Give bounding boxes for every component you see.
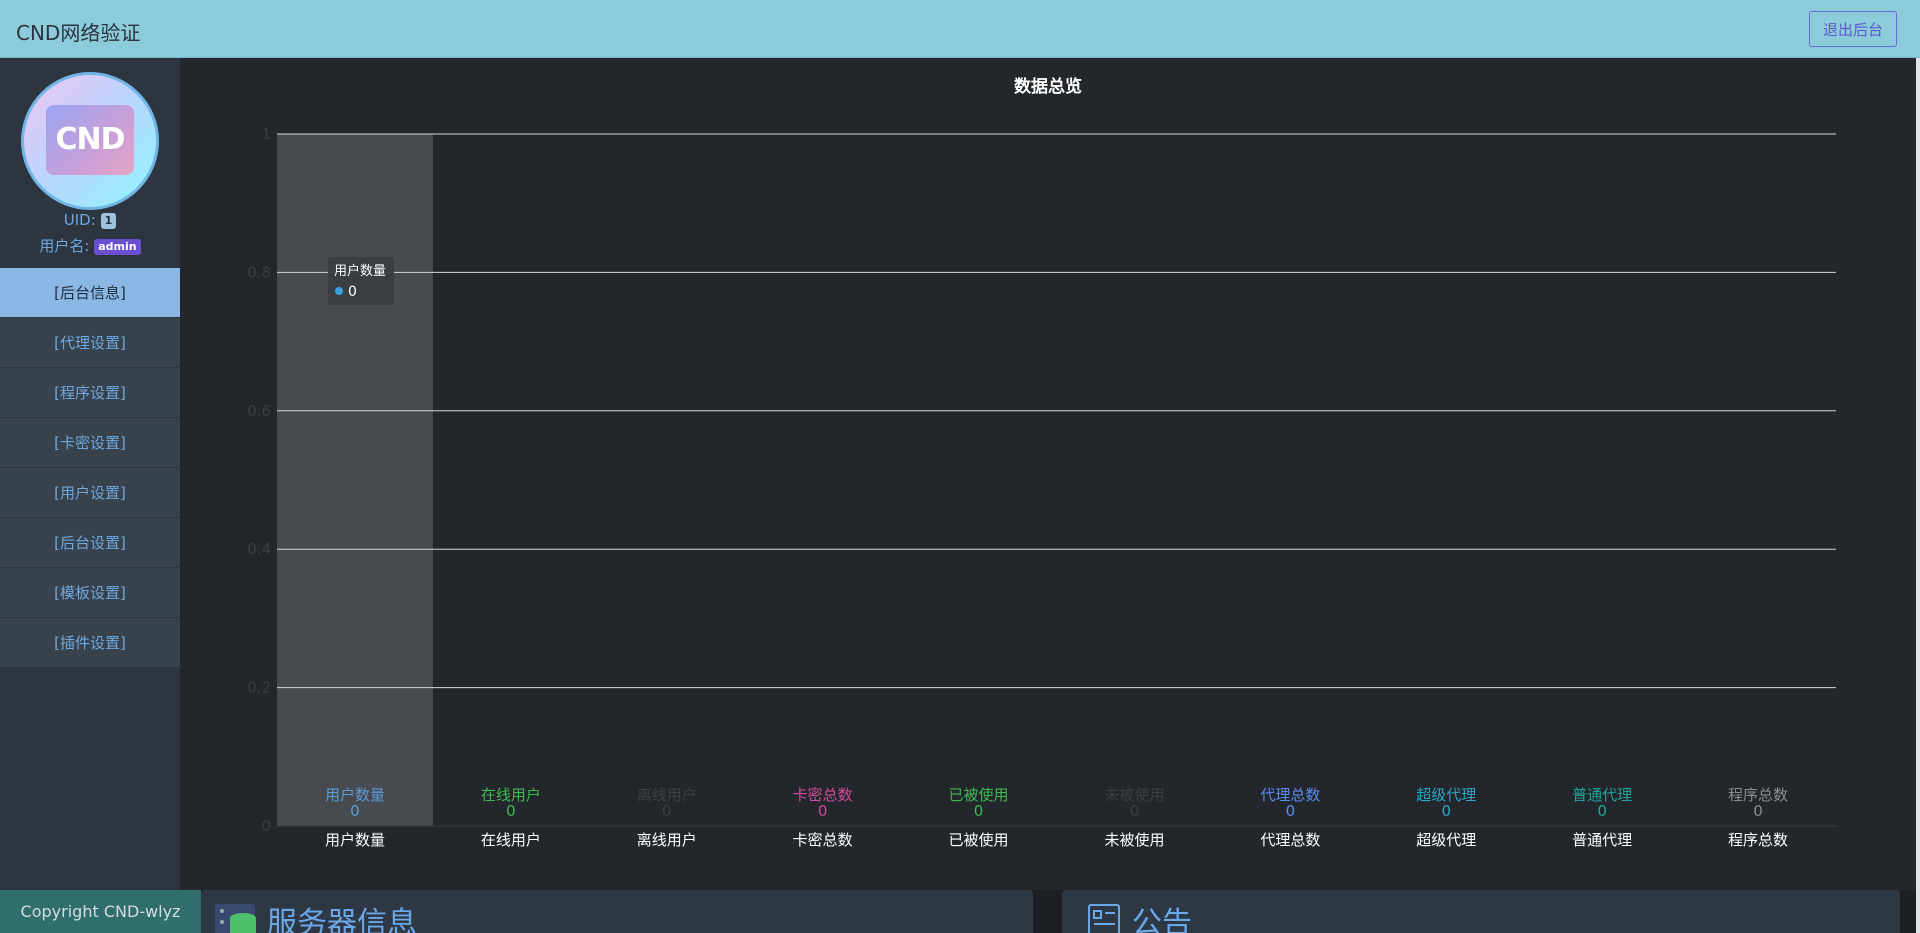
sidebar-item-card-settings[interactable]: [卡密设置] xyxy=(0,418,180,468)
chart-tooltip-value: 0 xyxy=(348,284,357,300)
x-tick-label: 离线用户 xyxy=(637,831,697,849)
username-badge: admin xyxy=(94,238,141,255)
sidebar-menu: [后台信息] [代理设置] [程序设置] [卡密设置] [用户设置] [后台设置… xyxy=(0,268,180,668)
sidebar-item-program-settings[interactable]: [程序设置] xyxy=(0,368,180,418)
avatar-logo: CND xyxy=(46,105,134,175)
sidebar-item-backend-settings[interactable]: [后台设置] xyxy=(0,518,180,568)
hover-highlight-band xyxy=(277,134,433,826)
chart-tooltip-dot-icon xyxy=(335,287,343,295)
x-tick-label: 在线用户 xyxy=(481,831,541,849)
chart-tooltip-title: 用户数量 xyxy=(334,263,386,279)
sidebar-item-user-settings[interactable]: [用户设置] xyxy=(0,468,180,518)
bar-value-label: 0 xyxy=(506,802,516,820)
y-tick-label: 0 xyxy=(261,817,271,835)
uid-row: UID: 1 xyxy=(0,211,180,229)
sidebar-item-plugin-settings[interactable]: [插件设置] xyxy=(0,618,180,668)
x-tick-label: 卡密总数 xyxy=(793,831,853,849)
bar-value-label: 0 xyxy=(1441,802,1451,820)
y-tick-label: 0.6 xyxy=(247,402,271,420)
chart-title: 数据总览 xyxy=(1014,76,1082,97)
y-tick-label: 0.2 xyxy=(247,679,271,697)
notice-title: 公告 xyxy=(1132,906,1192,933)
bar-value-label: 0 xyxy=(1130,802,1140,820)
bar-value-label: 0 xyxy=(350,802,360,820)
notice-panel: 公告 xyxy=(1062,890,1900,933)
top-bar: CND网络验证 退出后台 xyxy=(0,0,1920,58)
username-label: 用户名: xyxy=(39,237,90,255)
copyright-footer: Copyright CND-wlyz xyxy=(0,890,201,933)
sidebar-item-backend-info[interactable]: [后台信息] xyxy=(0,268,180,318)
x-tick-label: 程序总数 xyxy=(1728,831,1788,849)
y-tick-label: 0.4 xyxy=(247,540,271,558)
logout-button[interactable]: 退出后台 xyxy=(1809,11,1897,47)
overview-chart: 数据总览00.20.40.60.81用户数量0用户数量在线用户0在线用户离线用户… xyxy=(247,76,1836,849)
x-tick-label: 已被使用 xyxy=(949,831,1009,849)
y-tick-label: 0.8 xyxy=(247,263,271,281)
uid-label: UID: xyxy=(63,211,96,229)
y-tick-label: 1 xyxy=(261,125,271,143)
x-tick-label: 用户数量 xyxy=(325,831,385,849)
bar-value-label: 0 xyxy=(1753,802,1763,820)
app-title: CND网络验证 xyxy=(16,21,141,45)
server-info-title: 服务器信息 xyxy=(267,906,417,933)
bar-value-label: 0 xyxy=(818,802,828,820)
x-tick-label: 代理总数 xyxy=(1260,831,1320,849)
bar-value-label: 0 xyxy=(1597,802,1607,820)
x-tick-label: 超级代理 xyxy=(1416,831,1476,849)
bar-value-label: 0 xyxy=(662,802,672,820)
sidebar: CND UID: 1 用户名: admin [后台信息] [代理设置] [程序设… xyxy=(0,58,180,890)
bar-value-label: 0 xyxy=(1286,802,1296,820)
x-tick-label: 普通代理 xyxy=(1572,831,1632,849)
overview-chart-area: 数据总览 0 0.2 0.4 0.6 0.8 1 用户数量 0 用户数量 在线用户 0 在线用户 离线用户… xyxy=(180,58,1916,890)
avatar: CND xyxy=(21,72,159,210)
username-row: 用户名: admin xyxy=(0,235,180,256)
page-edge xyxy=(1916,58,1920,933)
server-database-icon xyxy=(215,904,256,933)
bar-value-label: 0 xyxy=(974,802,984,820)
sidebar-item-template-settings[interactable]: [模板设置] xyxy=(0,568,180,618)
notice-list-icon xyxy=(1088,904,1120,933)
sidebar-item-agent-settings[interactable]: [代理设置] xyxy=(0,318,180,368)
server-info-panel: 服务器信息 xyxy=(201,890,1033,933)
x-tick-label: 未被使用 xyxy=(1104,831,1164,849)
uid-badge: 1 xyxy=(100,212,117,229)
